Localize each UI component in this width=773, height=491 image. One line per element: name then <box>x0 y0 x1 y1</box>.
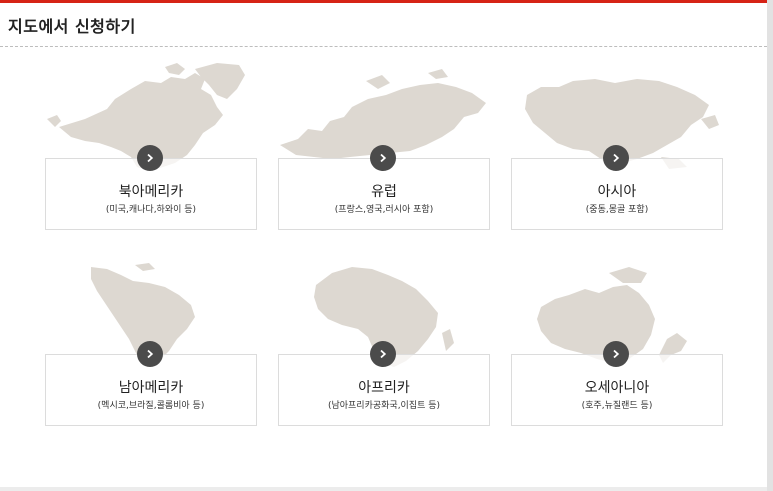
region-description: (호주,뉴질랜드 등) <box>581 401 653 411</box>
region-name: 북아메리카 <box>118 184 184 200</box>
region-oceania[interactable]: 오세아니아 (호주,뉴질랜드 등) <box>511 255 723 426</box>
region-south-america[interactable]: 남아메리카 (멕시코,브라질,콜롬비아 등) <box>45 255 257 426</box>
go-arrow-button[interactable] <box>370 341 396 367</box>
go-arrow-button[interactable] <box>137 145 163 171</box>
chevron-right-icon <box>380 153 387 163</box>
region-name: 유럽 <box>371 184 397 200</box>
region-name: 아프리카 <box>358 380 410 396</box>
region-description: (중동,몽골 포함) <box>585 205 649 215</box>
region-description: (프랑스,영국,러시아 포함) <box>334 205 434 215</box>
region-name: 남아메리카 <box>118 380 184 396</box>
region-asia[interactable]: 아시아 (중동,몽골 포함) <box>511 59 723 230</box>
region-description: (남아프리카공화국,이집트 등) <box>327 401 441 411</box>
apply-by-map-panel: 지도에서 신청하기 북아메리카 (미국,캐나다,하와이 등) 유럽 (프랑스,영… <box>0 0 767 487</box>
chevron-right-icon <box>613 153 620 163</box>
chevron-right-icon <box>147 349 154 359</box>
scrollbar[interactable] <box>767 0 773 491</box>
go-arrow-button[interactable] <box>603 341 629 367</box>
region-description: (미국,캐나다,하와이 등) <box>105 205 197 215</box>
region-north-america[interactable]: 북아메리카 (미국,캐나다,하와이 등) <box>45 59 257 230</box>
region-description: (멕시코,브라질,콜롬비아 등) <box>97 401 205 411</box>
page-title: 지도에서 신청하기 <box>8 17 136 36</box>
go-arrow-button[interactable] <box>603 145 629 171</box>
chevron-right-icon <box>613 349 620 359</box>
chevron-right-icon <box>147 153 154 163</box>
region-name: 오세아니아 <box>584 380 650 396</box>
region-europe[interactable]: 유럽 (프랑스,영국,러시아 포함) <box>278 59 490 230</box>
go-arrow-button[interactable] <box>370 145 396 171</box>
go-arrow-button[interactable] <box>137 341 163 367</box>
region-africa[interactable]: 아프리카 (남아프리카공화국,이집트 등) <box>278 255 490 426</box>
chevron-right-icon <box>380 349 387 359</box>
panel-header: 지도에서 신청하기 <box>0 3 767 47</box>
region-name: 아시아 <box>597 184 637 200</box>
